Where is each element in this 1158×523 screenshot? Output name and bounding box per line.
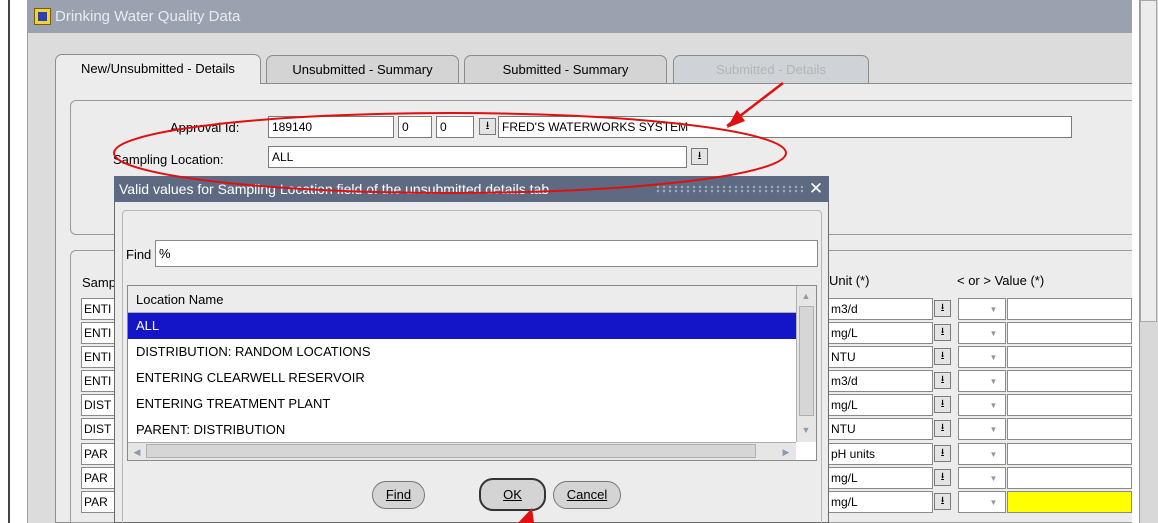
unit-lov-button[interactable]: ⭳ xyxy=(934,372,951,389)
list-column-header[interactable]: Location Name xyxy=(128,286,796,313)
chevron-down-icon[interactable]: ▼ xyxy=(986,350,1001,365)
value-cell[interactable] xyxy=(1007,418,1132,440)
window-edge xyxy=(1132,0,1139,523)
unit-cell[interactable]: m3/d xyxy=(828,298,933,320)
cancel-button-label: Cancel xyxy=(566,487,608,502)
chevron-down-icon[interactable]: ▼ xyxy=(986,495,1001,510)
value-cell[interactable] xyxy=(1007,394,1132,416)
download-arrow-icon: ⭳ xyxy=(485,120,490,132)
chevron-down-icon[interactable]: ▼ xyxy=(986,374,1001,389)
approval-id-field[interactable]: 189140 xyxy=(268,116,394,138)
list-horizontal-scrollbar[interactable]: ◀ ▶ xyxy=(128,442,796,460)
unit-cell[interactable]: mg/L xyxy=(828,491,933,513)
ok-button-label: OK xyxy=(503,487,522,502)
tab-unsubmitted-summary[interactable]: Unsubmitted - Summary xyxy=(266,55,459,83)
value-cell[interactable] xyxy=(1007,322,1132,344)
sampling-lov-button[interactable]: ⭳ xyxy=(691,148,708,165)
unit-cell[interactable]: pH units xyxy=(828,443,933,465)
unit-column-header: Unit (*) xyxy=(829,273,870,288)
value-cell[interactable] xyxy=(1007,346,1132,368)
system-name-field[interactable]: FRED'S WATERWORKS SYSTEM xyxy=(498,116,1072,138)
app-icon xyxy=(34,8,51,25)
location-list: Location Name ALL DISTRIBUTION: RANDOM LO… xyxy=(127,285,817,461)
approval-sub-field-1[interactable]: 0 xyxy=(398,116,432,138)
scroll-up-icon[interactable]: ▲ xyxy=(798,288,814,304)
unit-lov-button[interactable]: ⭳ xyxy=(934,396,951,413)
find-input[interactable]: % xyxy=(155,240,818,267)
chevron-down-icon[interactable]: ▼ xyxy=(986,422,1001,437)
chevron-down-icon[interactable]: ▼ xyxy=(986,447,1001,462)
tab-submitted-details: Submitted - Details xyxy=(673,55,869,83)
chevron-down-icon[interactable]: ▼ xyxy=(986,471,1001,486)
download-arrow-icon: ⭳ xyxy=(940,398,945,410)
tab-submitted-summary[interactable]: Submitted - Summary xyxy=(464,55,667,83)
sampling-location-label: Sampling Location: xyxy=(113,152,224,167)
window-title: Drinking Water Quality Data xyxy=(55,8,241,25)
unit-cell[interactable]: m3/d xyxy=(828,370,933,392)
sample-column-header: Samp xyxy=(82,275,116,290)
unit-lov-button[interactable]: ⭳ xyxy=(934,348,951,365)
download-arrow-icon: ⭳ xyxy=(940,302,945,314)
unit-cell[interactable]: mg/L xyxy=(828,322,933,344)
unit-cell[interactable]: NTU xyxy=(828,418,933,440)
value-cell[interactable] xyxy=(1007,467,1132,489)
sampling-location-field[interactable]: ALL xyxy=(268,146,687,168)
unit-lov-button[interactable]: ⭳ xyxy=(934,493,951,510)
download-arrow-icon: ⭳ xyxy=(940,374,945,386)
list-item[interactable]: ENTERING CLEARWELL RESERVOIR xyxy=(128,365,796,391)
tab-new-unsubmitted-details[interactable]: New/Unsubmitted - Details xyxy=(55,54,261,84)
unit-lov-button[interactable]: ⭳ xyxy=(934,445,951,462)
dialog-drag-grip[interactable] xyxy=(655,185,803,194)
chevron-down-icon[interactable]: ▼ xyxy=(986,326,1001,341)
unit-cell[interactable]: mg/L xyxy=(828,394,933,416)
approval-sub-field-2[interactable]: 0 xyxy=(436,116,474,138)
window-scroll-thumb[interactable] xyxy=(1140,0,1157,322)
list-item[interactable]: ENTERING TREATMENT PLANT xyxy=(128,391,796,417)
unit-lov-button[interactable]: ⭳ xyxy=(934,324,951,341)
unit-lov-button[interactable]: ⭳ xyxy=(934,300,951,317)
value-cell[interactable] xyxy=(1007,491,1132,513)
list-scroll-thumb[interactable] xyxy=(799,306,814,416)
download-arrow-icon: ⭳ xyxy=(940,422,945,434)
approval-id-label: Approval Id: xyxy=(170,120,240,135)
download-arrow-icon: ⭳ xyxy=(940,447,945,459)
download-arrow-icon: ⭳ xyxy=(940,471,945,483)
download-arrow-icon: ⭳ xyxy=(697,150,702,162)
download-arrow-icon: ⭳ xyxy=(940,495,945,507)
approval-lov-button[interactable]: ⭳ xyxy=(479,118,496,135)
find-label: Find xyxy=(126,247,152,262)
value-column-header: < or > Value (*) xyxy=(957,273,1045,288)
list-vertical-scrollbar[interactable]: ▲ ▼ xyxy=(796,286,816,442)
unit-lov-button[interactable]: ⭳ xyxy=(934,420,951,437)
scroll-left-icon[interactable]: ◀ xyxy=(129,444,145,460)
find-button-label: Find xyxy=(385,487,412,502)
list-item[interactable]: PARENT: DISTRIBUTION xyxy=(128,417,796,443)
chevron-down-icon[interactable]: ▼ xyxy=(986,302,1001,317)
scroll-right-icon[interactable]: ▶ xyxy=(778,444,794,460)
unit-lov-button[interactable]: ⭳ xyxy=(934,469,951,486)
close-icon[interactable]: ✕ xyxy=(806,176,826,202)
find-button[interactable]: Find xyxy=(372,481,425,509)
value-cell[interactable] xyxy=(1007,298,1132,320)
unit-cell[interactable]: NTU xyxy=(828,346,933,368)
left-border xyxy=(8,0,10,523)
ok-button[interactable]: OK xyxy=(479,478,546,511)
cancel-button[interactable]: Cancel xyxy=(553,481,621,509)
download-arrow-icon: ⭳ xyxy=(940,350,945,362)
download-arrow-icon: ⭳ xyxy=(940,326,945,338)
scroll-down-icon[interactable]: ▼ xyxy=(798,422,814,438)
chevron-down-icon[interactable]: ▼ xyxy=(986,398,1001,413)
value-cell[interactable] xyxy=(1007,443,1132,465)
unit-cell[interactable]: mg/L xyxy=(828,467,933,489)
list-item[interactable]: DISTRIBUTION: RANDOM LOCATIONS xyxy=(128,339,796,365)
list-hscroll-thumb[interactable] xyxy=(146,444,756,458)
value-cell[interactable] xyxy=(1007,370,1132,392)
list-item[interactable]: ALL xyxy=(128,313,796,339)
